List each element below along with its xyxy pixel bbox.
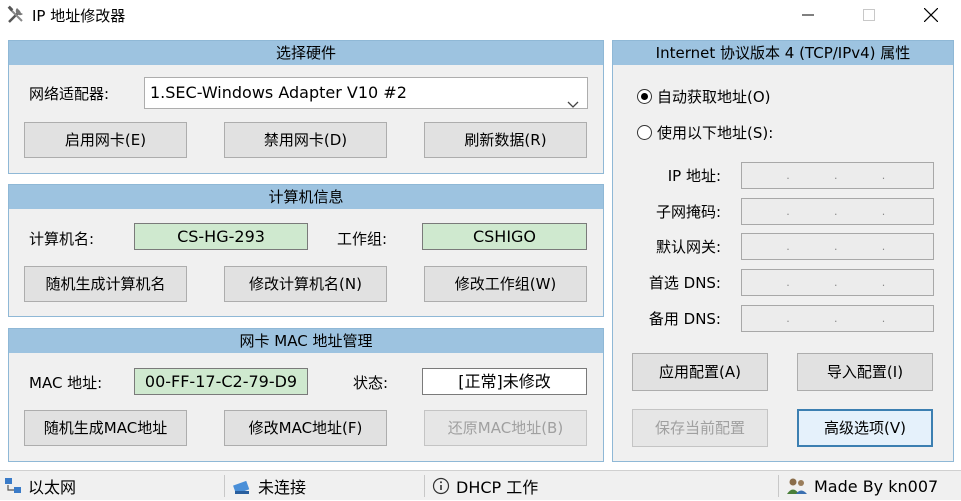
close-button[interactable] [908,0,954,30]
refresh-data-button[interactable]: 刷新数据(R) [424,122,587,158]
random-computer-name-button[interactable]: 随机生成计算机名 [24,266,187,302]
adapter-value: 1.SEC-Windows Adapter V10 #2 [150,83,407,102]
credit-text: Made By kn007 [814,476,939,496]
mac-panel: 网卡 MAC 地址管理 MAC 地址: 00-FF-17-C2-79-D9 状态… [8,328,604,462]
status-network: 以太网 [4,471,76,501]
ip-row-label-wrap: IP 地址: [613,165,721,189]
gateway-input[interactable]: ... [741,233,934,260]
minimize-icon [802,14,814,16]
network-icon [5,478,21,493]
random-mac-button[interactable]: 随机生成MAC地址 [24,410,187,446]
maximize-icon [863,9,875,21]
computer-panel-header: 计算机信息 [9,185,603,209]
enable-adapter-button[interactable]: 启用网卡(E) [24,122,187,158]
manual-address-radio[interactable] [637,125,652,140]
advanced-options-button[interactable]: 高级选项(V) [797,409,933,447]
close-icon [924,8,938,22]
ip-address-input[interactable]: ... [741,162,934,189]
import-config-button[interactable]: 导入配置(I) [797,353,933,391]
modify-workgroup-button[interactable]: 修改工作组(W) [424,266,587,302]
status-divider [224,475,225,497]
disable-adapter-button[interactable]: 禁用网卡(D) [224,122,387,158]
auto-address-radio[interactable] [637,89,652,104]
manual-address-label: 使用以下地址(S): [657,124,774,142]
status-dhcp: DHCP 工作 [432,471,538,501]
adapter-select[interactable]: 1.SEC-Windows Adapter V10 #2 [144,77,588,109]
mac-address-label: MAC 地址: [29,374,103,392]
restore-mac-button[interactable]: 还原MAC地址(B) [424,410,587,446]
status-credit: Made By kn007 [786,471,938,501]
computer-name-label: 计算机名: [29,230,95,248]
computer-name-field[interactable]: CS-HG-293 [134,223,308,250]
subnet-mask-input[interactable]: ... [741,198,934,225]
connection-icon [233,480,250,495]
auto-address-option[interactable]: 自动获取地址(O) [637,86,771,107]
mac-status-label: 状态: [353,374,389,392]
dns2-row-label-wrap: 备用 DNS: [613,308,721,332]
window-title: IP 地址修改器 [32,7,126,25]
preferred-dns-input[interactable]: ... [741,269,934,296]
manual-address-option[interactable]: 使用以下地址(S): [637,122,773,143]
info-icon [432,477,450,495]
computer-panel: 计算机信息 计算机名: CS-HG-293 工作组: CSHIGO 随机生成计算… [8,184,604,317]
ipv4-panel: Internet 协议版本 4 (TCP/IPv4) 属性 自动获取地址(O) … [612,40,954,462]
tools-icon [6,5,26,25]
preferred-dns-label: 首选 DNS: [648,274,721,292]
workgroup-field[interactable]: CSHIGO [422,223,587,250]
save-config-button[interactable]: 保存当前配置 [632,409,768,447]
gateway-label: 默认网关: [655,238,721,256]
status-connection: 未连接 [232,471,306,501]
minimize-button[interactable] [785,0,831,30]
adapter-label: 网络适配器: [29,85,110,103]
apply-config-button[interactable]: 应用配置(A) [632,353,768,391]
status-bar: 以太网 未连接 DHCP 工作 Made By kn007 [0,470,961,500]
hardware-panel: 选择硬件 网络适配器: 1.SEC-Windows Adapter V10 #2… [8,40,604,174]
ipv4-panel-header: Internet 协议版本 4 (TCP/IPv4) 属性 [613,41,953,65]
status-divider [778,475,779,497]
network-name: 以太网 [28,478,77,497]
title-bar: IP 地址修改器 [0,0,961,30]
maximize-button[interactable] [846,0,892,30]
mac-panel-header: 网卡 MAC 地址管理 [9,329,603,353]
users-icon [787,478,807,494]
mask-row-label-wrap: 子网掩码: [613,201,721,225]
mac-status-field: [正常]未修改 [422,368,587,395]
subnet-mask-label: 子网掩码: [655,203,721,221]
connection-status: 未连接 [258,478,307,497]
hardware-panel-header: 选择硬件 [9,41,603,65]
dhcp-status: DHCP 工作 [456,478,539,497]
mac-address-field[interactable]: 00-FF-17-C2-79-D9 [134,368,308,395]
alternate-dns-input[interactable]: ... [741,305,934,332]
modify-computer-name-button[interactable]: 修改计算机名(N) [224,266,387,302]
auto-address-label: 自动获取地址(O) [657,88,771,106]
dns1-row-label-wrap: 首选 DNS: [613,272,721,296]
modify-mac-button[interactable]: 修改MAC地址(F) [224,410,387,446]
ip-address-label: IP 地址: [667,167,721,185]
alternate-dns-label: 备用 DNS: [648,310,721,328]
chevron-down-icon [567,89,579,119]
status-divider [424,475,425,497]
gateway-row-label-wrap: 默认网关: [613,236,721,260]
workgroup-label: 工作组: [337,230,388,248]
